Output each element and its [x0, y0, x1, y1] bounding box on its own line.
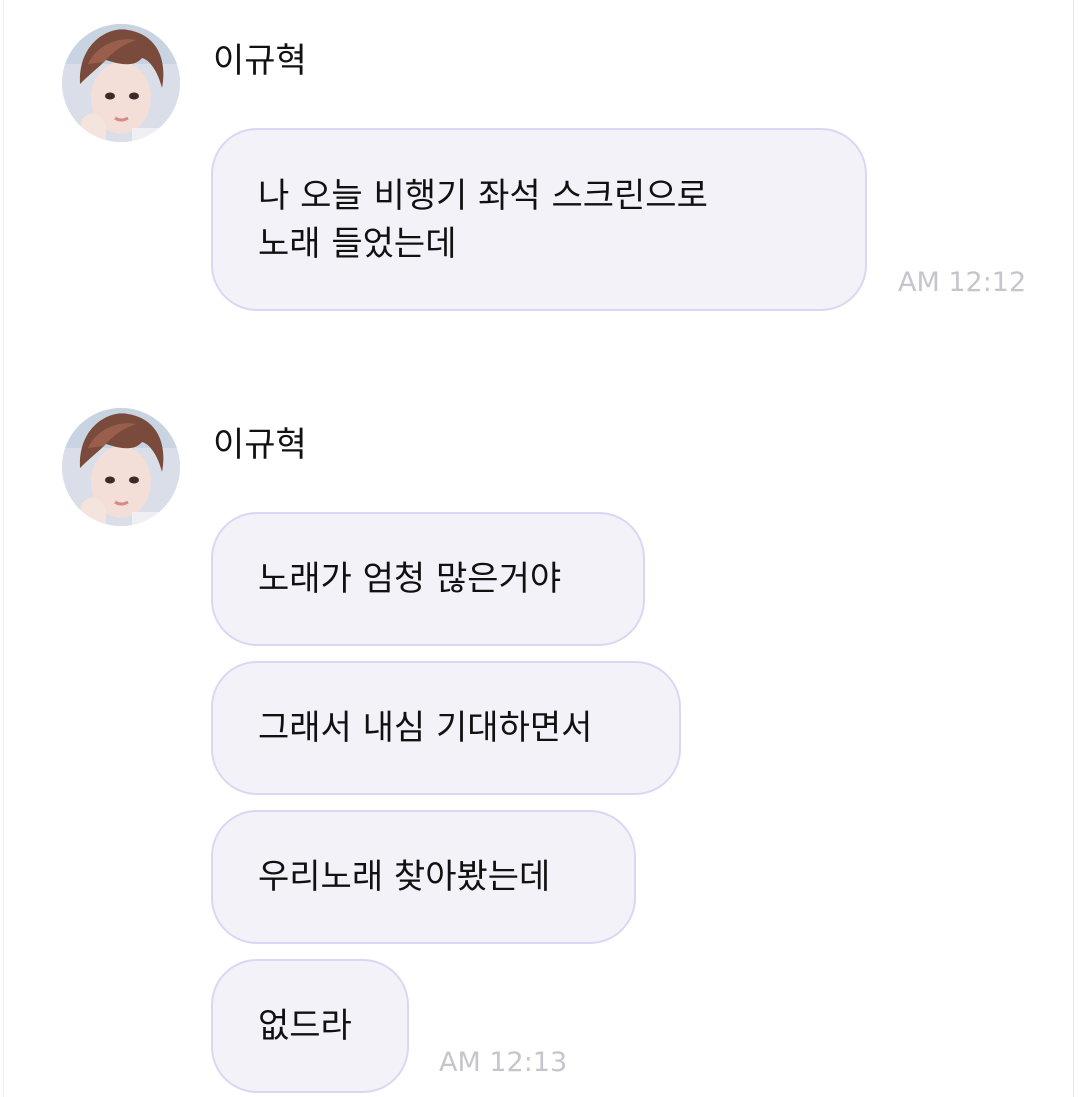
- message-timestamp: AM 12:13: [439, 1047, 568, 1078]
- message-text: 우리노래 찾아봤는데: [258, 857, 551, 897]
- avatar[interactable]: [62, 24, 180, 142]
- sender-name: 이규혁: [213, 425, 307, 465]
- message-text: 노래가 엄청 많은거야: [258, 559, 562, 599]
- message-bubble[interactable]: 그래서 내심 기대하면서: [211, 661, 681, 795]
- message-timestamp: AM 12:12: [898, 267, 1027, 298]
- message-bubble[interactable]: 노래가 엄청 많은거야: [211, 512, 645, 646]
- message-text: 나 오늘 비행기 좌석 스크린으로: [258, 175, 708, 216]
- message-text: 노래 들었는데: [258, 223, 457, 264]
- message-text: 없드라: [258, 1006, 352, 1046]
- message-bubble[interactable]: 우리노래 찾아봤는데: [211, 810, 636, 944]
- right-divider: [1073, 0, 1074, 1097]
- left-divider: [3, 0, 4, 1097]
- message-bubble[interactable]: 나 오늘 비행기 좌석 스크린으로 노래 들었는데: [211, 128, 867, 311]
- message-text: 그래서 내심 기대하면서: [258, 708, 593, 748]
- profile-photo-icon: [62, 24, 180, 142]
- message-bubble[interactable]: 없드라: [211, 959, 409, 1093]
- avatar[interactable]: [62, 408, 180, 526]
- sender-name: 이규혁: [213, 41, 307, 81]
- profile-photo-icon: [62, 408, 180, 526]
